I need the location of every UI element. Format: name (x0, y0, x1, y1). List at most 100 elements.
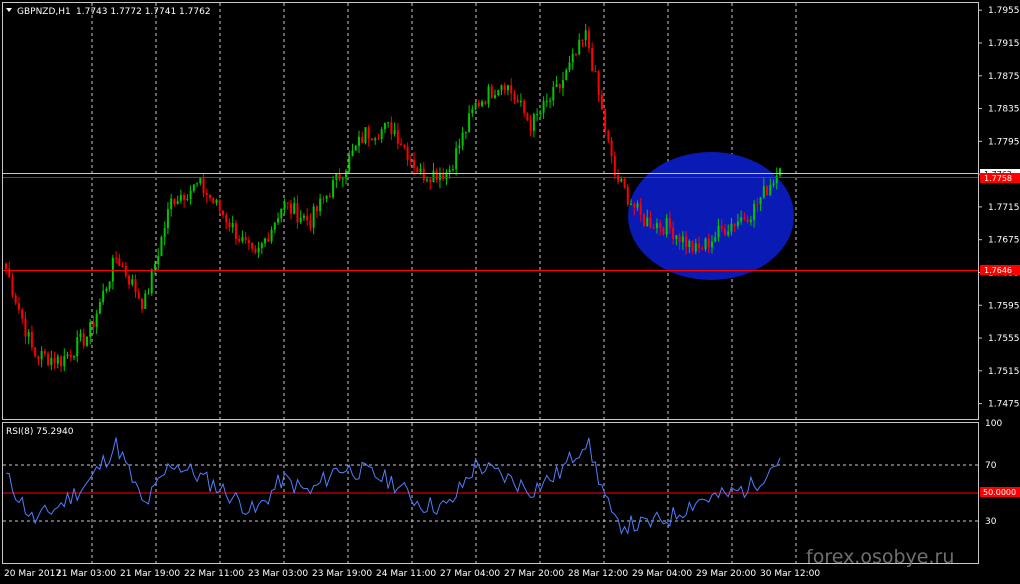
time-tick-label: 27 Mar 04:00 (440, 569, 500, 579)
candle-body (299, 217, 302, 223)
symbol-label: GBPNZD,H1 (17, 7, 71, 17)
candle-body (264, 238, 267, 244)
candle-body (549, 100, 552, 102)
candle-body (571, 53, 574, 63)
candle-body (668, 218, 671, 228)
candle-body (730, 223, 733, 232)
candle-body (306, 215, 309, 221)
candle-body (11, 277, 14, 296)
candle-body (338, 173, 341, 180)
candle-body (147, 293, 150, 295)
candle-body (322, 198, 325, 200)
candle-body (176, 200, 179, 204)
candle-body (85, 336, 88, 346)
candle-body (157, 256, 160, 265)
chart-background (0, 0, 1020, 584)
candle-body (341, 178, 344, 180)
candle-body (623, 178, 626, 188)
rsi-tick-label: 70 (985, 461, 997, 471)
candle-body (633, 204, 636, 208)
candle-body (723, 228, 726, 235)
candle-body (102, 290, 105, 303)
candle-body (435, 170, 438, 181)
trading-chart[interactable]: 1.79551.79151.78751.78351.77951.77551.77… (0, 0, 1020, 584)
candle-body (672, 227, 675, 240)
candle-body (597, 71, 600, 96)
candle-body (503, 85, 506, 91)
candle-body (558, 84, 561, 88)
candle-body (675, 235, 678, 240)
candle-body (17, 303, 20, 310)
candle-body (766, 186, 769, 196)
candle-body (380, 129, 383, 140)
candle-body (351, 150, 354, 156)
candle-body (27, 332, 30, 337)
candle-body (370, 138, 373, 141)
candle-body (277, 218, 280, 223)
candle-body (128, 275, 131, 285)
candle-body (409, 159, 412, 161)
candle-body (448, 169, 451, 173)
candle-body (419, 168, 422, 173)
candle-body (591, 48, 594, 72)
candle-body (254, 248, 257, 253)
candle-body (636, 203, 639, 208)
candle-body (205, 192, 208, 195)
candle-body (607, 130, 610, 141)
time-tick-label: 23 Mar 03:00 (248, 569, 308, 579)
candle-body (759, 197, 762, 205)
candle-body (267, 238, 270, 242)
candle-body (218, 199, 221, 211)
candle-body (506, 85, 509, 91)
candle-body (95, 313, 98, 327)
candle-body (432, 170, 435, 183)
candle-body (717, 225, 720, 238)
candle-body (76, 337, 79, 357)
candle-body (775, 175, 778, 184)
time-tick-label: 21 Mar 03:00 (56, 569, 116, 579)
candle-body (43, 351, 46, 354)
candle-body (50, 358, 53, 366)
candle-body (490, 86, 493, 98)
candle-body (542, 101, 545, 113)
price-tick-label: 1.7795 (988, 137, 1020, 147)
candle-body (183, 195, 186, 200)
candle-body (685, 236, 688, 248)
time-tick-label: 29 Mar 20:00 (696, 569, 756, 579)
candle-body (312, 206, 315, 228)
candle-body (354, 145, 357, 151)
candle-body (108, 281, 111, 289)
watermark: forex.osobye.ru (806, 546, 954, 568)
candle-body (500, 85, 503, 91)
candle-body (293, 203, 296, 214)
candle-body (160, 236, 163, 257)
candle-body (390, 122, 393, 135)
candle-body (251, 242, 254, 249)
candle-body (733, 223, 736, 226)
candle-body (192, 184, 195, 191)
candle-body (273, 222, 276, 230)
candle-body (238, 238, 241, 242)
candle-body (166, 209, 169, 229)
candle-body (260, 243, 263, 249)
candle-body (69, 354, 72, 358)
candle-body (740, 217, 743, 222)
candle-body (150, 269, 153, 294)
candle-body (510, 85, 513, 94)
candle-body (519, 100, 522, 103)
candle-body (727, 231, 730, 235)
candle-body (134, 279, 137, 293)
candle-body (701, 248, 704, 250)
candle-body (247, 240, 250, 243)
candle-body (756, 203, 759, 205)
candle-body (494, 95, 497, 98)
candle-body (429, 179, 432, 183)
candle-body (659, 223, 662, 228)
candle-body (367, 127, 370, 139)
candle-body (137, 292, 140, 299)
price-tick-label: 1.7475 (988, 400, 1020, 410)
candle-body (335, 173, 338, 181)
candle-body (691, 240, 694, 252)
candle-body (426, 179, 429, 181)
candle-body (377, 138, 380, 140)
